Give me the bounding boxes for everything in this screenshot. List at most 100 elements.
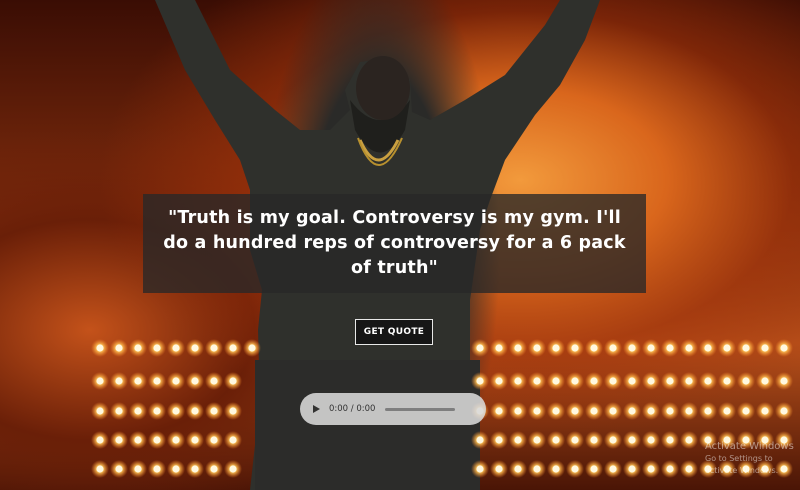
stage-light — [229, 377, 237, 385]
stage-light — [742, 407, 750, 415]
stage-light — [134, 465, 142, 473]
stage-light — [761, 377, 769, 385]
stage-light — [115, 377, 123, 385]
play-icon[interactable] — [313, 405, 320, 413]
stage-light — [172, 436, 180, 444]
stage-light — [552, 344, 560, 352]
stage-light — [666, 377, 674, 385]
stage-light — [229, 465, 237, 473]
seek-bar[interactable] — [385, 407, 456, 411]
stage-light — [153, 344, 161, 352]
stage-light — [685, 436, 693, 444]
audio-player: 0:00 / 0:00 — [300, 393, 486, 425]
stage-light — [780, 377, 788, 385]
stage-light — [172, 344, 180, 352]
stage-light — [742, 344, 750, 352]
get-quote-button[interactable]: GET QUOTE — [355, 319, 433, 345]
stage-light — [210, 436, 218, 444]
stage-light — [172, 465, 180, 473]
stage-light — [96, 436, 104, 444]
stage-light — [172, 407, 180, 415]
audio-time: 0:00 / 0:00 — [329, 404, 376, 414]
stage-light — [210, 344, 218, 352]
stage-light — [609, 465, 617, 473]
stage-light — [609, 344, 617, 352]
stage-light — [96, 465, 104, 473]
stage-light — [495, 407, 503, 415]
stage-light — [191, 465, 199, 473]
stage-light — [115, 407, 123, 415]
stage-light — [191, 377, 199, 385]
stage-light — [172, 377, 180, 385]
stage-light — [476, 344, 484, 352]
stage-light — [723, 377, 731, 385]
stage-light — [514, 407, 522, 415]
stage-light — [495, 465, 503, 473]
stage-light — [666, 344, 674, 352]
stage-light — [571, 436, 579, 444]
stage-light — [685, 377, 693, 385]
stage-light — [704, 377, 712, 385]
stage-light — [571, 407, 579, 415]
stage-light — [666, 407, 674, 415]
stage-light — [742, 377, 750, 385]
windows-watermark: Activate Windows Go to Settings to activ… — [705, 441, 800, 477]
stage-light — [96, 377, 104, 385]
stage-light — [761, 344, 769, 352]
stage-light — [115, 465, 123, 473]
stage-light — [514, 436, 522, 444]
stage-light — [191, 344, 199, 352]
stage-light — [704, 407, 712, 415]
stage-light — [590, 465, 598, 473]
quote-box: "Truth is my goal. Controversy is my gym… — [143, 194, 646, 293]
stage-light — [514, 377, 522, 385]
stage-light — [248, 344, 256, 352]
stage-light — [533, 407, 541, 415]
stage-light — [571, 344, 579, 352]
stage-light — [666, 465, 674, 473]
stage-light — [514, 344, 522, 352]
stage-light — [723, 344, 731, 352]
stage-light — [628, 436, 636, 444]
stage-light — [647, 344, 655, 352]
stage-light — [647, 377, 655, 385]
stage-light — [780, 407, 788, 415]
stage-light — [552, 407, 560, 415]
stage-light — [191, 436, 199, 444]
stage-light — [191, 407, 199, 415]
stage-light — [115, 436, 123, 444]
stage-light — [685, 407, 693, 415]
stage-light — [96, 344, 104, 352]
stage-light — [552, 377, 560, 385]
stage-light — [628, 465, 636, 473]
stage-light — [533, 436, 541, 444]
stage-light — [134, 344, 142, 352]
stage-light — [153, 436, 161, 444]
stage-light — [590, 407, 598, 415]
stage-light — [723, 407, 731, 415]
stage-light — [704, 344, 712, 352]
stage-light — [476, 377, 484, 385]
stage-light — [229, 407, 237, 415]
stage-light — [134, 377, 142, 385]
stage-light — [571, 377, 579, 385]
stage-light — [647, 436, 655, 444]
stage-light — [96, 407, 104, 415]
stage-light — [533, 344, 541, 352]
stage-light — [134, 407, 142, 415]
stage-light — [210, 465, 218, 473]
stage-light — [476, 436, 484, 444]
stage-light — [495, 344, 503, 352]
stage-light — [495, 377, 503, 385]
stage-light — [609, 377, 617, 385]
stage-light — [590, 436, 598, 444]
stage-light — [153, 377, 161, 385]
stage-light — [647, 465, 655, 473]
stage-light — [647, 407, 655, 415]
stage-light — [153, 407, 161, 415]
stage-light — [210, 377, 218, 385]
stage-light — [229, 344, 237, 352]
stage-light — [552, 465, 560, 473]
stage-light — [666, 436, 674, 444]
stage-light — [210, 407, 218, 415]
